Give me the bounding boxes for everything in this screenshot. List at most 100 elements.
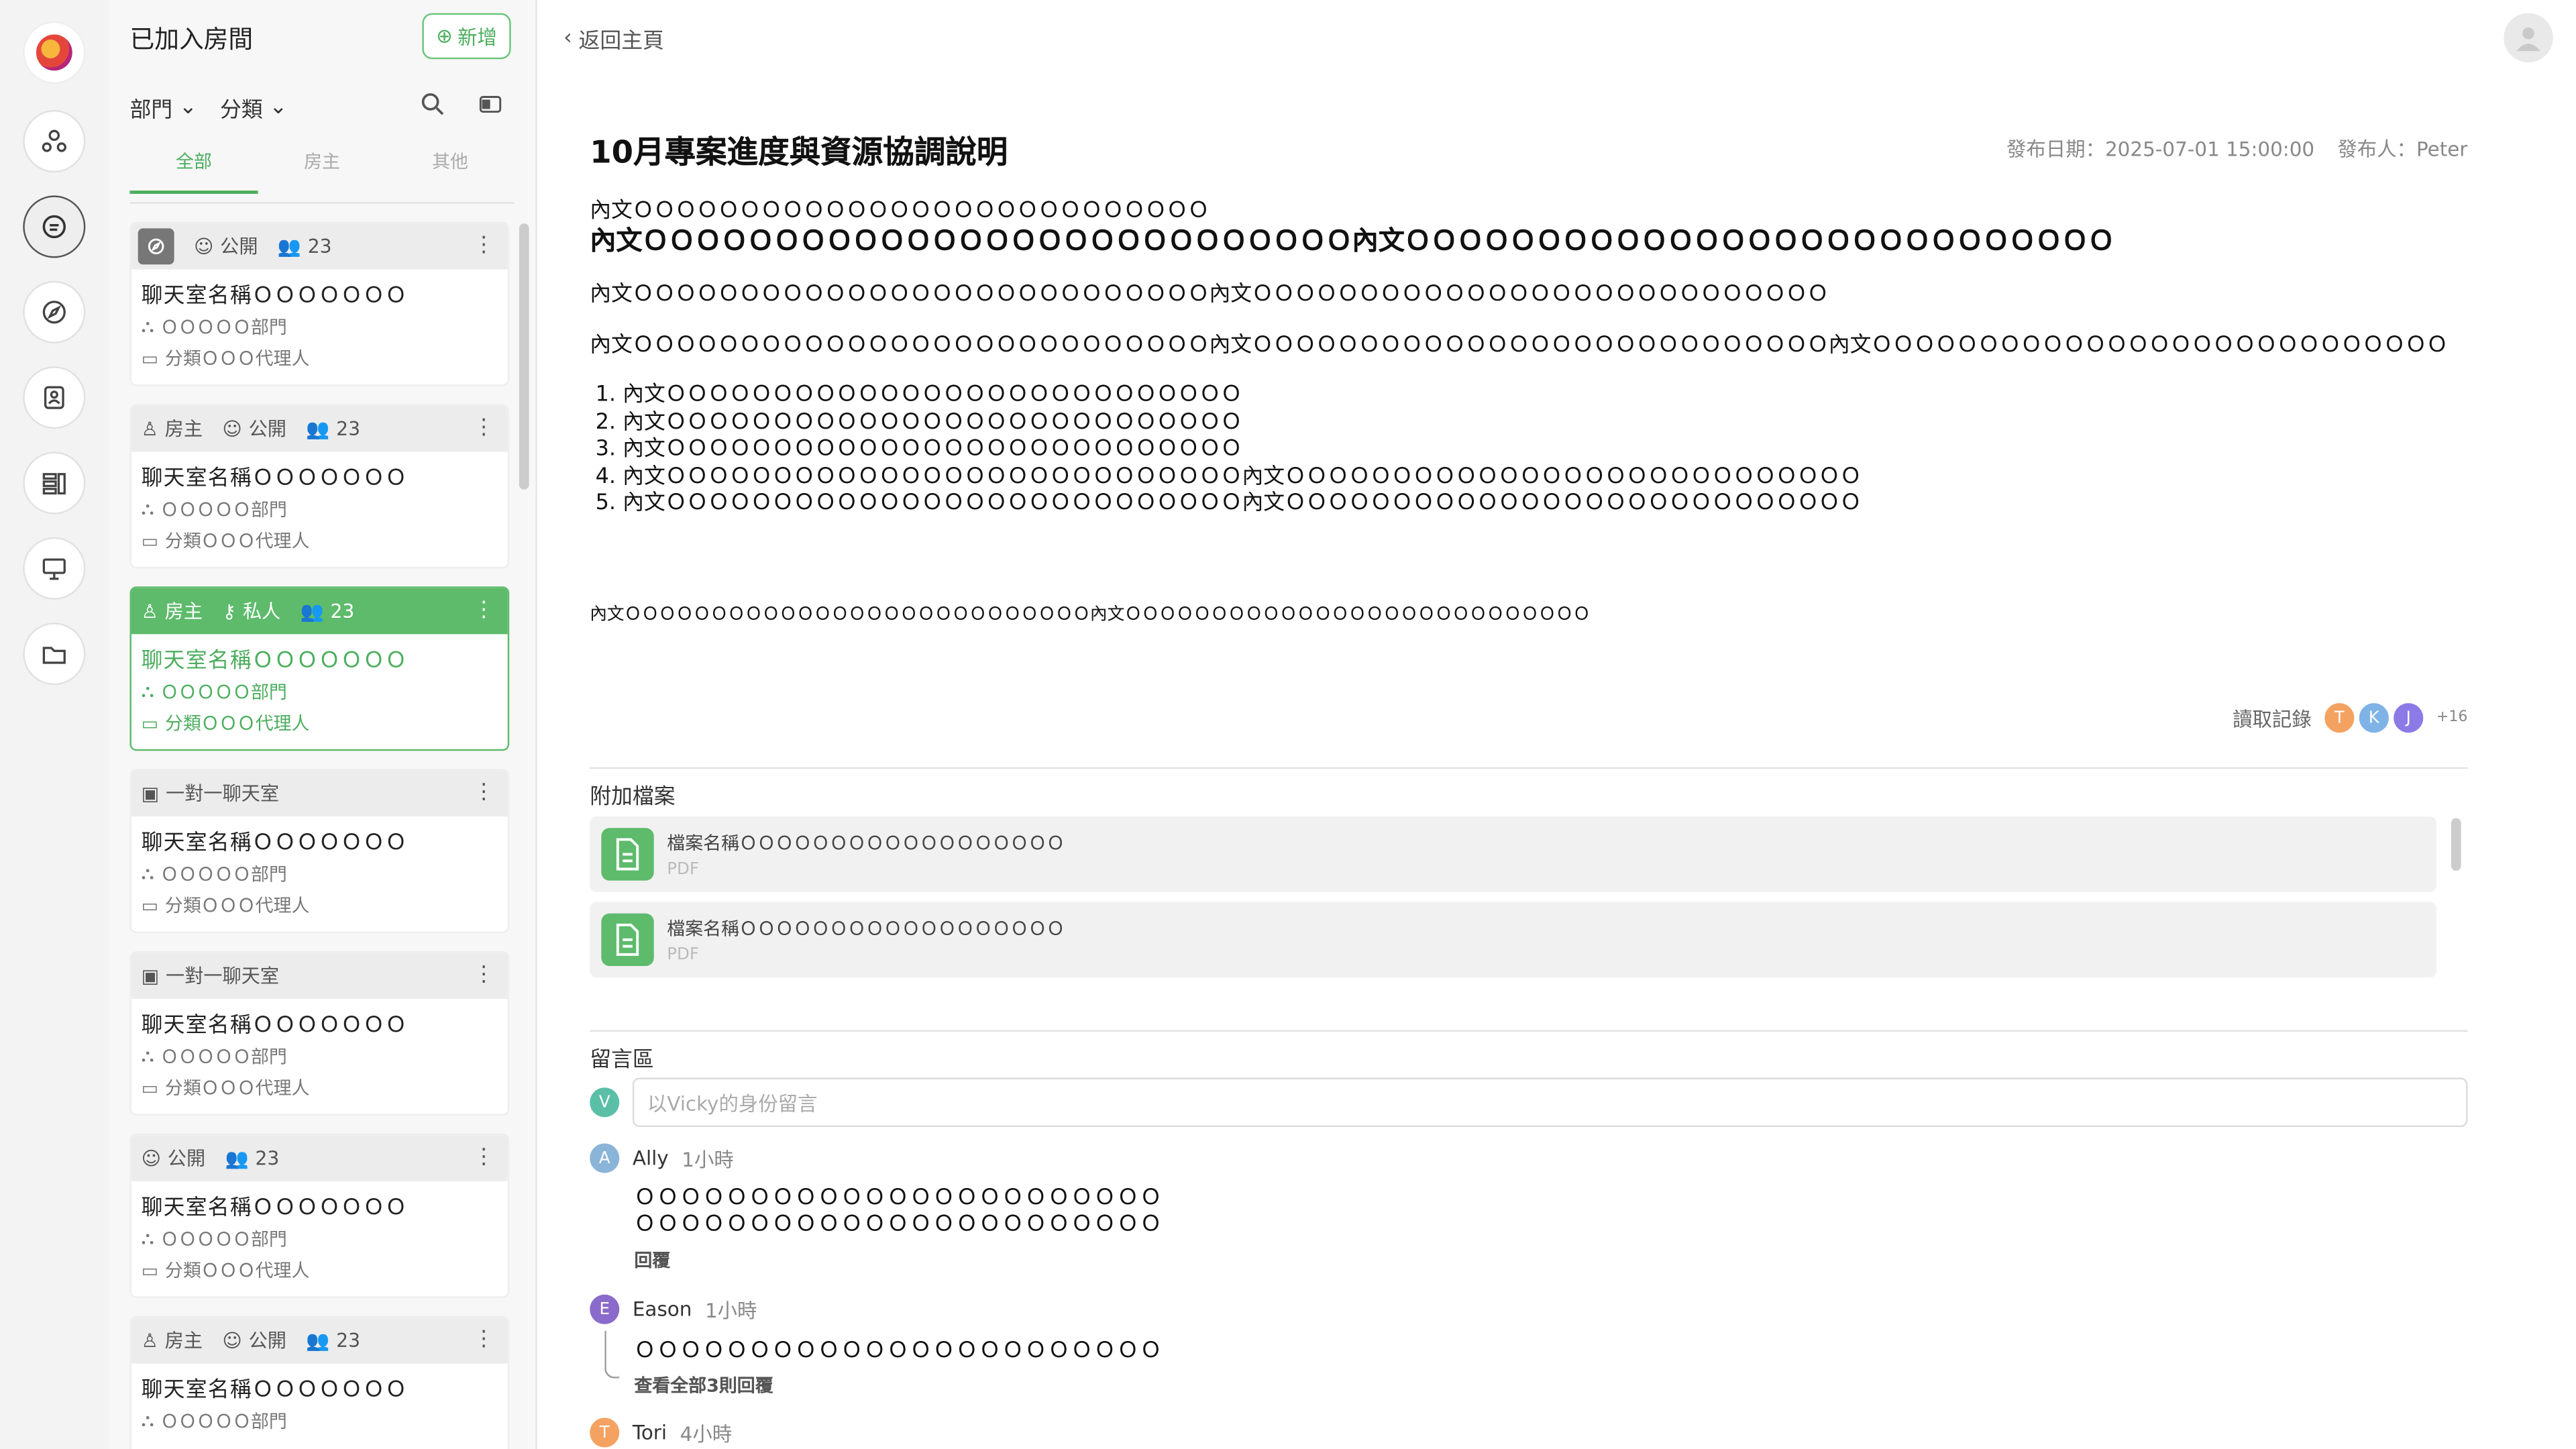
app-logo[interactable] — [24, 23, 84, 83]
comment-text: ＯＯＯＯＯＯＯＯＯＯＯＯＯＯＯＯＯＯＯＯＯＯＯ — [634, 1212, 1163, 1238]
people-network-icon[interactable] — [23, 110, 86, 173]
member-count: 23 — [307, 235, 332, 258]
room-card-selected[interactable]: ♙ 房主 ⚷ 私人 👥 23 ⋮ 聊天室名稱ＯＯＯＯＯＯＯ ⛬ ＯＯＯＯＯ部門 ▭ 分類Ｏ… — [129, 586, 510, 751]
list-item: 內文ＯＯＯＯＯＯＯＯＯＯＯＯＯＯＯＯＯＯＯＯＯＯＯＯＯＯＯ — [623, 410, 2479, 437]
room-card[interactable]: ▣ 一對一聊天室 ⋮ 聊天室名稱ＯＯＯＯＯＯＯ ⛬ ＯＯＯＯＯ部門 ▭ 分類ＯＯＯ代理… — [129, 951, 510, 1116]
room-card[interactable]: ▣ 一對一聊天室 ⋮ 聊天室名稱ＯＯＯＯＯＯＯ ⛬ ＯＯＯＯＯ部門 ▭ 分類ＯＯＯ代理… — [129, 769, 510, 934]
room-dept: ＯＯＯＯＯ部門 — [160, 864, 287, 886]
room-tag: 公開 — [248, 417, 286, 441]
folder-icon: ▭ — [141, 894, 159, 916]
smile-icon: ☺ — [193, 235, 214, 258]
file-name: 檔案名稱ＯＯＯＯＯＯＯＯＯＯＯＯＯＯＯＯＯＯ — [667, 918, 1065, 940]
scrollbar[interactable] — [2451, 818, 2461, 871]
more-options-icon[interactable]: ⋮ — [473, 416, 494, 441]
read-record[interactable]: 讀取記錄 T K J +16 — [2233, 701, 2468, 735]
org-chart-icon: ⛬ — [141, 1227, 154, 1249]
user-avatar[interactable] — [2504, 13, 2553, 63]
compass-icon[interactable] — [23, 280, 86, 343]
more-options-icon[interactable]: ⋮ — [473, 1145, 494, 1170]
room-name: 聊天室名稱ＯＯＯＯＯＯＯ — [141, 1195, 408, 1221]
tab-other[interactable]: 其他 — [386, 148, 515, 194]
room-tag: 公開 — [220, 235, 258, 258]
avatar: T — [590, 1417, 620, 1448]
avatar: J — [2392, 701, 2425, 735]
room-dept: ＯＯＯＯＯ部門 — [160, 499, 287, 521]
file-type: PDF — [667, 861, 700, 879]
room-tag: 一對一聊天室 — [166, 964, 280, 987]
room-dept: ＯＯＯＯＯ部門 — [160, 1411, 287, 1433]
panel-title: 已加入房間 — [129, 24, 254, 54]
room-category: 分類ＯＯＯ代理人 — [164, 1260, 310, 1282]
ordered-list: 內文ＯＯＯＯＯＯＯＯＯＯＯＯＯＯＯＯＯＯＯＯＯＯＯＯＯＯＯ 內文ＯＯＯＯＯＯＯＯ… — [590, 383, 2479, 519]
room-name: 聊天室名稱ＯＯＯＯＯＯＯ — [141, 831, 408, 856]
reply-button[interactable]: 回覆 — [634, 1247, 1163, 1273]
file-icon — [601, 913, 654, 967]
more-options-icon[interactable]: ⋮ — [473, 963, 494, 987]
body-text: 內文ＯＯＯＯＯＯＯＯＯＯＯＯＯＯＯＯＯＯＯＯＯＯＯＯＯＯＯ — [590, 199, 1210, 224]
more-options-icon[interactable]: ⋮ — [473, 233, 494, 258]
filter-department[interactable]: 部門 ⌄ — [129, 92, 197, 123]
room-card[interactable]: ♙ 房主 ☺ 公開 👥 23 ⋮ 聊天室名稱ＯＯＯＯＯＯＯ ⛬ ＯＯＯＯＯ部門 — [129, 1316, 510, 1449]
search-icon[interactable] — [421, 92, 445, 117]
add-room-button[interactable]: ⊕ 新增 — [422, 13, 511, 60]
attachment-item[interactable]: 檔案名稱ＯＯＯＯＯＯＯＯＯＯＯＯＯＯＯＯＯＯ PDF — [590, 902, 2436, 978]
room-card[interactable]: ♙ 房主 ☺ 公開 👥 23 ⋮ 聊天室名稱ＯＯＯＯＯＯＯ ⛬ ＯＯＯＯＯ部門 ▭ 分類Ｏ… — [129, 404, 510, 569]
comment-item: T Tori 4小時 — [590, 1417, 733, 1448]
chevron-left-icon: ‹ — [564, 26, 572, 51]
collapse-panel-icon[interactable] — [478, 92, 503, 117]
scrollbar[interactable] — [519, 223, 529, 490]
file-icon — [601, 828, 654, 881]
members-icon: 👥 — [225, 1146, 249, 1170]
member-count: 23 — [255, 1146, 280, 1170]
filter-category[interactable]: 分類 ⌄ — [220, 92, 287, 123]
tab-owner[interactable]: 房主 — [258, 148, 386, 194]
contact-card-icon: ▣ — [141, 782, 160, 806]
room-name: 聊天室名稱ＯＯＯＯＯＯＯ — [141, 466, 408, 492]
room-card[interactable]: ☺ 公開 👥 23 ⋮ 聊天室名稱ＯＯＯＯＯＯＯ ⛬ ＯＯＯＯＯ部門 ▭ 分類ＯＯＯ代理… — [129, 221, 510, 386]
folder-icon[interactable] — [23, 623, 86, 686]
room-card[interactable]: ☺ 公開 👥 23 ⋮ 聊天室名稱ＯＯＯＯＯＯＯ ⛬ ＯＯＯＯＯ部門 ▭ 分類ＯＯＯ代理… — [129, 1133, 510, 1298]
nav-rail — [0, 0, 111, 1449]
more-options-icon[interactable]: ⋮ — [473, 1328, 494, 1352]
back-link[interactable]: ‹ 返回主頁 — [564, 23, 664, 54]
member-count: 23 — [336, 1329, 361, 1352]
owner-icon: ♙ — [141, 1329, 158, 1352]
comment-author: Eason — [632, 1297, 692, 1321]
tab-all[interactable]: 全部 — [129, 148, 258, 194]
room-dept: ＯＯＯＯＯ部門 — [160, 1046, 287, 1068]
add-room-label: 新增 — [458, 25, 497, 49]
attachment-item[interactable]: 檔案名稱ＯＯＯＯＯＯＯＯＯＯＯＯＯＯＯＯＯＯ PDF — [590, 816, 2436, 892]
more-options-icon[interactable]: ⋮ — [473, 598, 494, 623]
list-board-icon[interactable] — [23, 451, 86, 515]
comment-time: 1小時 — [682, 1147, 734, 1171]
chat-icon[interactable] — [23, 195, 86, 258]
comment-time: 4小時 — [680, 1421, 733, 1445]
org-chart-icon: ⛬ — [141, 862, 154, 884]
key-icon: ⚷ — [222, 599, 237, 623]
room-dept: ＯＯＯＯＯ部門 — [160, 317, 287, 339]
folder-icon: ▭ — [141, 529, 159, 551]
more-options-icon[interactable]: ⋮ — [473, 780, 494, 805]
room-name: 聊天室名稱ＯＯＯＯＯＯＯ — [141, 649, 408, 674]
folder-icon: ▭ — [141, 347, 159, 369]
comments-title: 留言區 — [590, 1048, 654, 1073]
room-category: 分類ＯＯＯ代理人 — [164, 531, 310, 552]
list-item: 內文ＯＯＯＯＯＯＯＯＯＯＯＯＯＯＯＯＯＯＯＯＯＯＯＯＯＯＯ — [623, 383, 2479, 410]
body-text-bold: 內文ＯＯＯＯＯＯＯＯＯＯＯＯＯＯＯＯＯＯＯＯＯＯＯＯＯＯＯ內文ＯＯＯＯＯＯＯＯＯ… — [590, 225, 2114, 257]
avatar: A — [590, 1143, 620, 1173]
room-tag: 一對一聊天室 — [166, 782, 280, 806]
view-replies-link[interactable]: 查看全部3則回覆 — [634, 1372, 1163, 1398]
read-record-label: 讀取記錄 — [2233, 707, 2312, 731]
room-tag: 房主 — [164, 1329, 203, 1352]
presentation-icon[interactable] — [23, 537, 86, 600]
members-icon: 👥 — [300, 599, 324, 623]
comment-input[interactable]: 以Vicky的身份留言 — [632, 1077, 2468, 1128]
more-readers-count: +16 — [2436, 709, 2468, 727]
room-tag: 私人 — [242, 599, 281, 623]
announcement-view: ‹ 返回主頁 10月專案進度與資源協調說明 發布日期：2025-07-01 15… — [537, 0, 2576, 1449]
members-icon: 👥 — [306, 417, 330, 441]
avatar: K — [2357, 701, 2391, 735]
smile-icon: ☺ — [222, 1329, 242, 1352]
filter-label: 分類 — [219, 98, 263, 123]
contact-card-icon[interactable] — [23, 366, 86, 429]
